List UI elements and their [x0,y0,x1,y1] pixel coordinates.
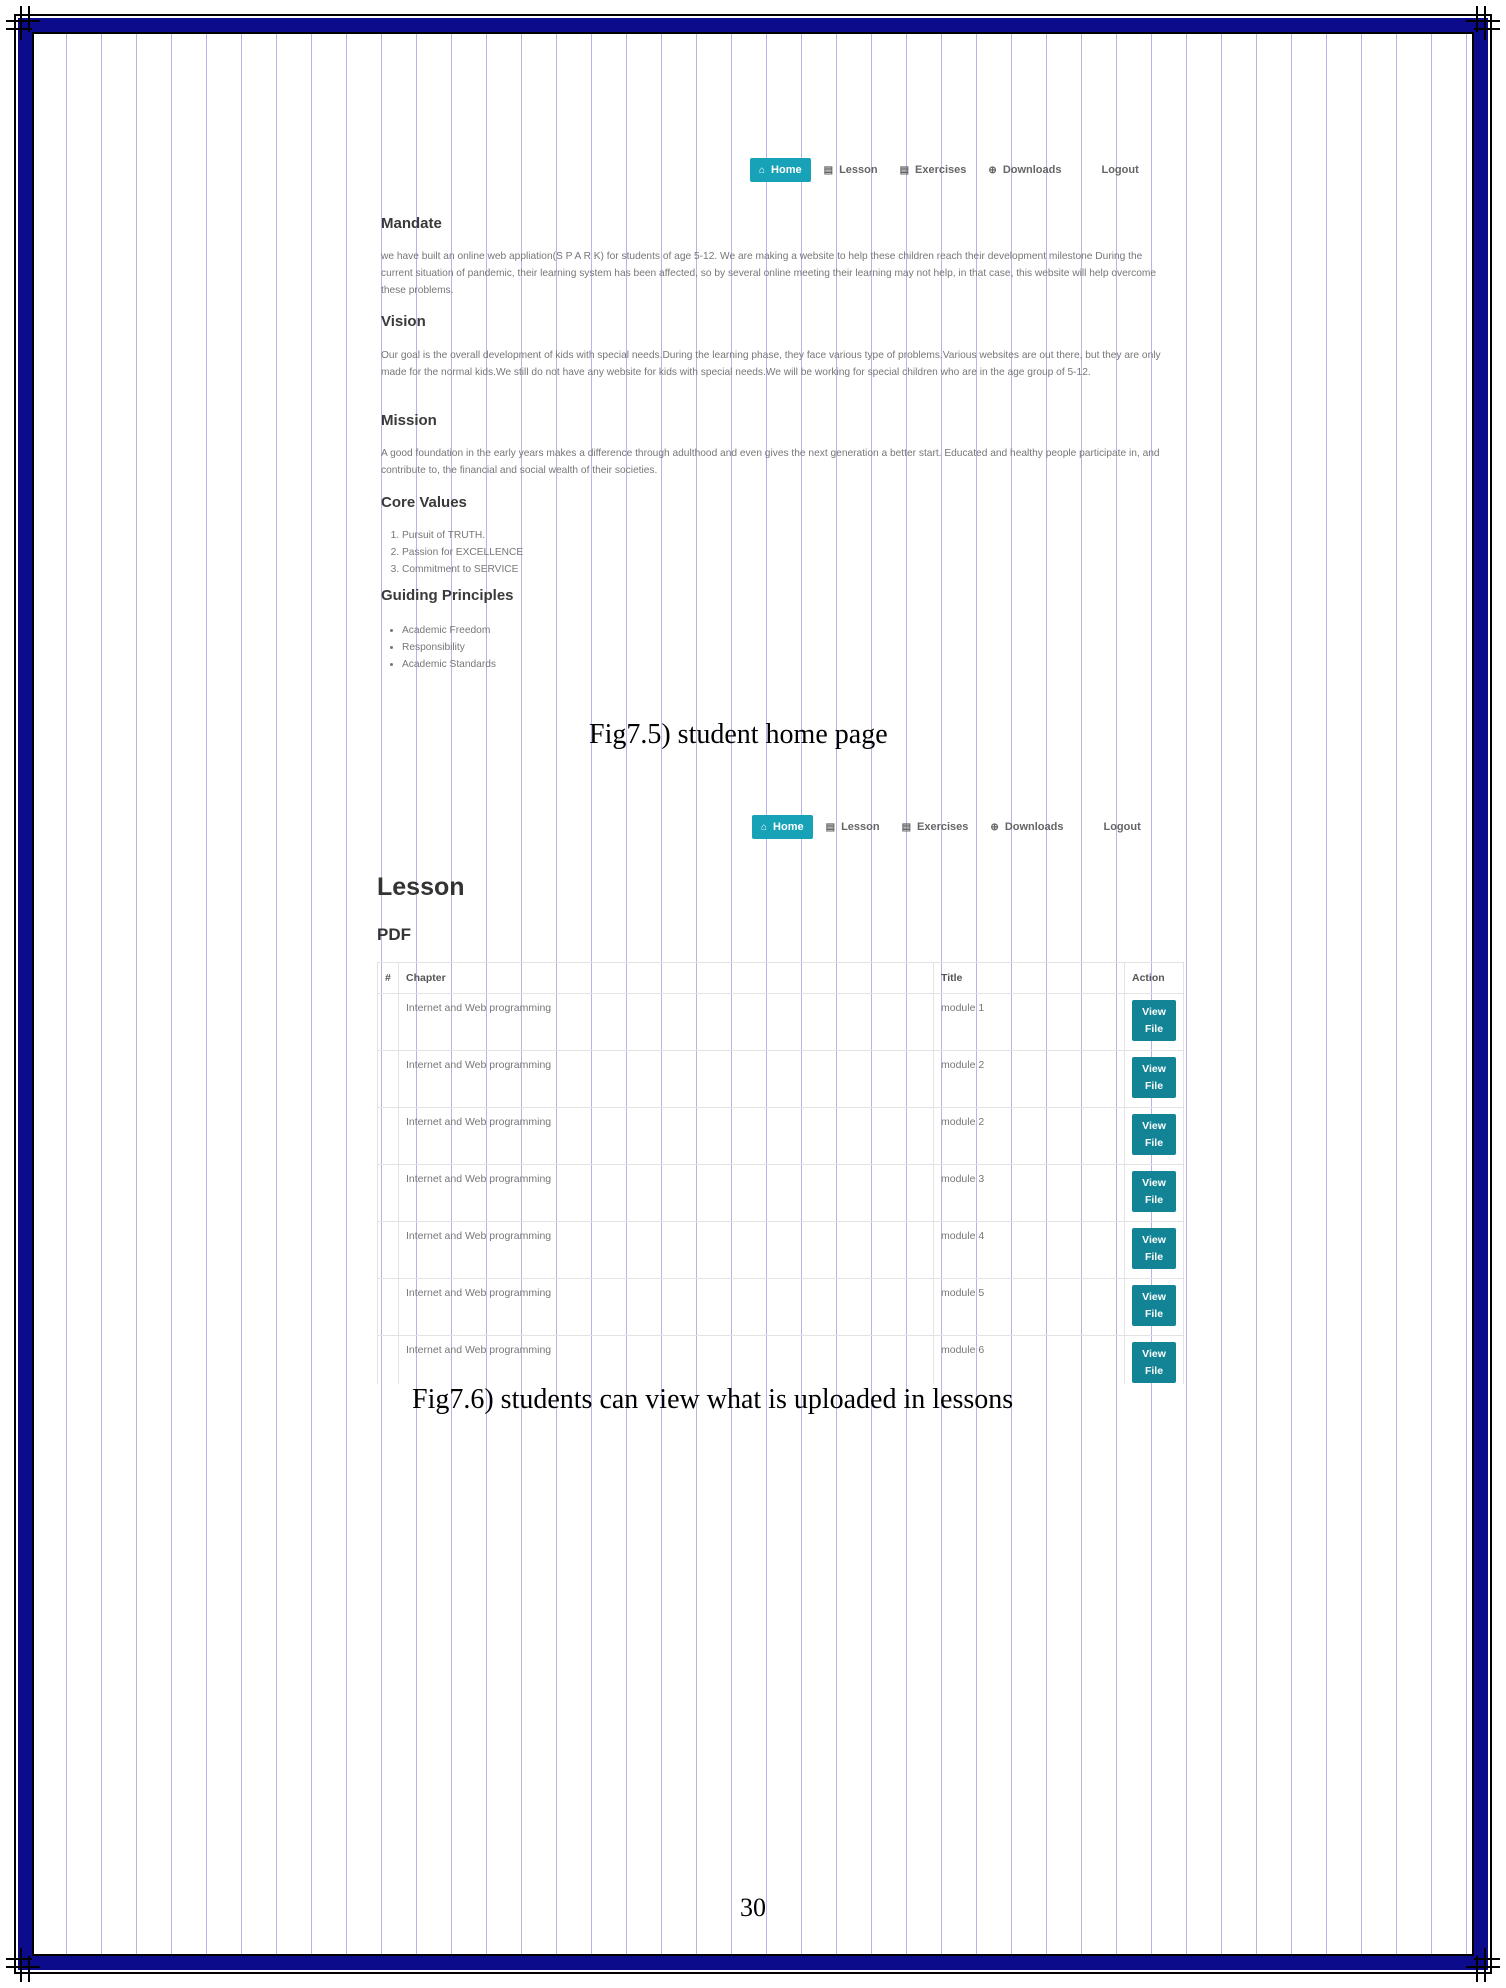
title-cell: module 2 [933,1050,1125,1108]
corner-ornament-bottom-right [1466,1948,1500,1982]
vision-text: Our goal is the overall development of k… [381,350,1161,378]
table-row: Internet and Web programming module 2 Vi… [377,1107,1184,1165]
nav-lesson[interactable]: ▤ Lesson [817,815,889,839]
nav-lesson[interactable]: ▤ Lesson [815,158,887,182]
nav-home-label: Home [773,821,804,833]
nav-downloads-label: Downloads [1002,164,1062,176]
corner-ornament-bottom-left [6,1948,40,1982]
mission-text: A good foundation in the early years mak… [381,448,1160,476]
nav-downloads-label: Downloads [1004,821,1064,833]
chapter-cell: Internet and Web programming [398,993,934,1051]
nav-logout[interactable]: Logout [1094,815,1149,839]
pdf-section-title: PDF [377,925,411,944]
title-cell: module 6 [933,1335,1125,1384]
core-values-heading: Core Values [381,494,467,511]
title-cell: module 2 [933,1107,1125,1165]
guiding-principles-heading: Guiding Principles [381,587,514,604]
vision-heading: Vision [381,313,426,330]
mandate-heading: Mandate [381,215,442,232]
page-number: 30 [740,1893,766,1922]
title-cell: module 5 [933,1278,1125,1336]
home-icon: ⌂ [759,164,766,176]
nav-downloads[interactable]: ⊕ Downloads [981,815,1072,839]
table-icon: ▤ [823,164,834,176]
figure-caption-1: Fig7.5) student home page [589,719,888,750]
view-file-button[interactable]: View File [1132,1114,1176,1155]
list-item: Academic Freedom [402,622,496,639]
figure-caption-2: Fig7.6) students can view what is upload… [412,1384,1014,1415]
view-file-button[interactable]: View File [1132,1342,1176,1383]
home-screenshot: ⌂ Home ▤ Lesson ▤ Exercises ⊕ Downloads … [0,0,1506,700]
header-title: Title [933,962,1125,994]
chapter-cell: Internet and Web programming [398,1164,934,1222]
nav-exercises-label: Exercises [917,821,969,833]
mandate-text: we have built an online web appliation(S… [381,251,1157,296]
home-icon: ⌂ [761,821,768,833]
table-row: Internet and Web programming module 2 Vi… [377,1050,1184,1108]
core-values-list: Pursuit of TRUTH. Passion for EXCELLENCE… [382,527,523,578]
lesson-navbar: ⌂ Home ▤ Lesson ▤ Exercises ⊕ Downloads … [752,815,1150,839]
view-file-button[interactable]: View File [1132,1057,1176,1098]
nav-exercises[interactable]: ▤ Exercises [893,815,978,839]
home-navbar: ⌂ Home ▤ Lesson ▤ Exercises ⊕ Downloads … [750,158,1148,182]
view-file-button[interactable]: View File [1132,1228,1176,1269]
title-cell: module 1 [933,993,1125,1051]
table-row: Internet and Web programming module 4 Vi… [377,1221,1184,1279]
lesson-screenshot: ⌂ Home ▤ Lesson ▤ Exercises ⊕ Downloads … [0,800,1506,1385]
mission-heading: Mission [381,412,437,429]
nav-downloads[interactable]: ⊕ Downloads [979,158,1070,182]
table-icon: ▤ [825,821,836,833]
list-item: Academic Standards [402,656,496,673]
nav-exercises-label: Exercises [915,164,967,176]
title-cell: module 4 [933,1221,1125,1279]
download-icon: ⊕ [990,821,999,833]
guiding-principles-list: Academic Freedom Responsibility Academic… [382,622,496,673]
view-file-button[interactable]: View File [1132,1171,1176,1212]
table-row: Internet and Web programming module 5 Vi… [377,1278,1184,1336]
table-icon: ▤ [899,164,910,176]
nav-home-label: Home [771,164,802,176]
table-clip: # Chapter Title Action Internet and Web … [377,962,1185,1384]
list-item: Pursuit of TRUTH. [402,527,523,544]
lesson-page-title: Lesson [377,873,465,901]
chapter-cell: Internet and Web programming [398,1107,934,1165]
chapter-cell: Internet and Web programming [398,1050,934,1108]
title-cell: module 3 [933,1164,1125,1222]
table-row: Internet and Web programming module 6 Vi… [377,1335,1184,1384]
chapter-cell: Internet and Web programming [398,1335,934,1384]
nav-lesson-label: Lesson [839,164,878,176]
header-number: # [377,962,399,994]
chapter-cell: Internet and Web programming [398,1278,934,1336]
nav-home[interactable]: ⌂ Home [752,815,813,839]
view-file-button[interactable]: View File [1132,1285,1176,1326]
nav-logout-label: Logout [1103,821,1141,833]
chapter-cell: Internet and Web programming [398,1221,934,1279]
list-item: Commitment to SERVICE [402,561,523,578]
table-icon: ▤ [901,821,912,833]
download-icon: ⊕ [988,164,997,176]
nav-logout[interactable]: Logout [1092,158,1147,182]
nav-lesson-label: Lesson [841,821,880,833]
nav-exercises[interactable]: ▤ Exercises [891,158,976,182]
table-header-row: # Chapter Title Action [377,962,1184,994]
lesson-table: # Chapter Title Action Internet and Web … [377,962,1184,1384]
table-row: Internet and Web programming module 1 Vi… [377,993,1184,1051]
nav-home[interactable]: ⌂ Home [750,158,811,182]
table-row: Internet and Web programming module 3 Vi… [377,1164,1184,1222]
header-action: Action [1124,962,1184,994]
list-item: Responsibility [402,639,496,656]
nav-logout-label: Logout [1101,164,1139,176]
view-file-button[interactable]: View File [1132,1000,1176,1041]
list-item: Passion for EXCELLENCE [402,544,523,561]
header-chapter: Chapter [398,962,934,994]
